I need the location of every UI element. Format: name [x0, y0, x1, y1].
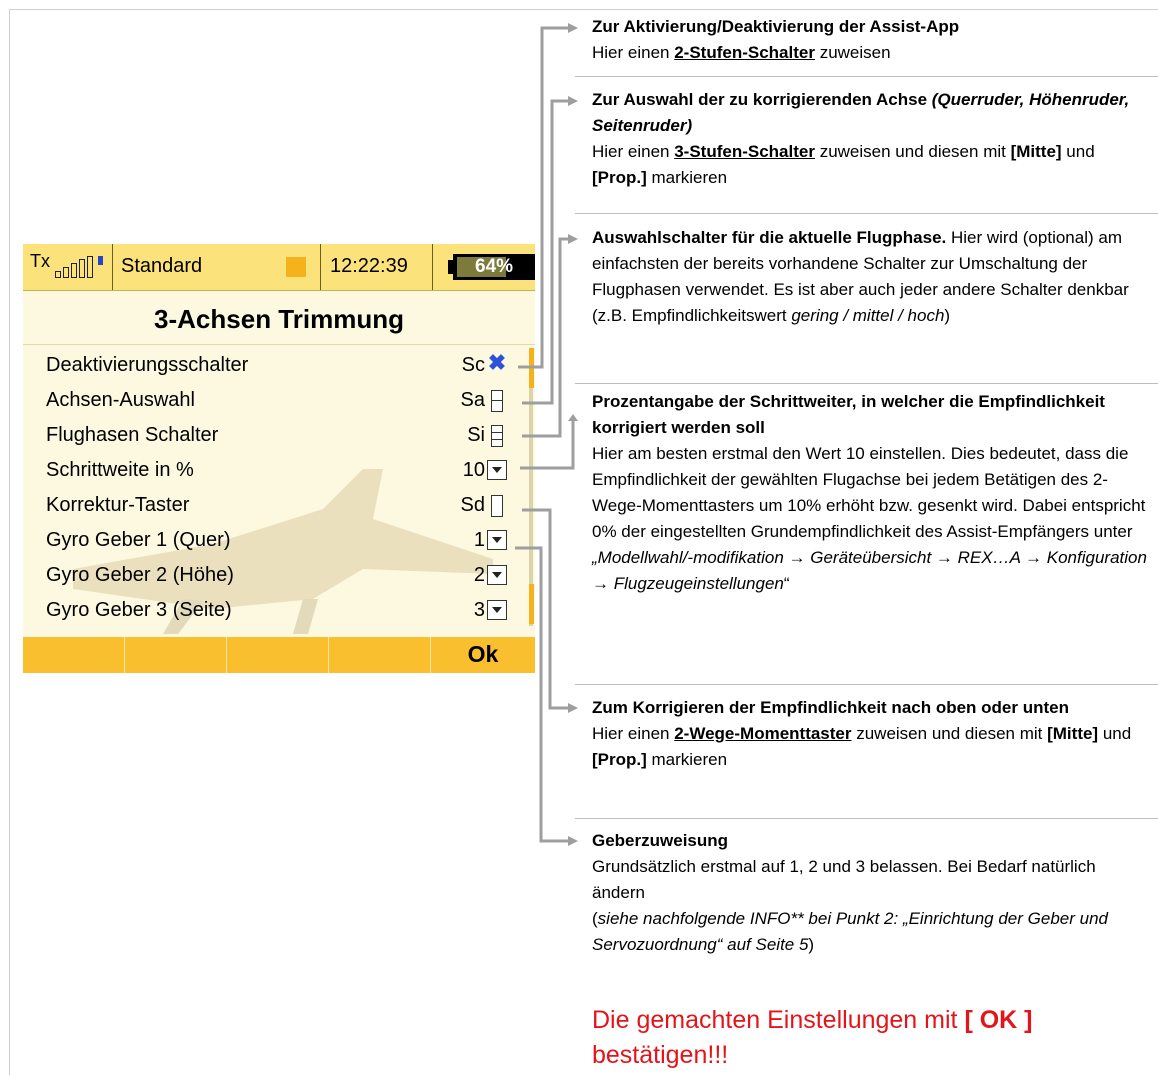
row-value: 10	[462, 459, 485, 481]
annotation-correction: Zum Korrigieren der Empfindlichkeit nach…	[592, 698, 1132, 769]
battery-cell: 64%	[433, 244, 535, 290]
annotation-title: Zur Aktivierung/Deaktivierung der Assist…	[592, 17, 960, 36]
row-schrittweite[interactable]: Schrittweite in % 10	[23, 453, 535, 488]
row-deaktivierungsschalter[interactable]: Deaktivierungsschalter Sc ✖	[23, 348, 535, 383]
row-value: Si	[467, 424, 485, 446]
model-name-cell[interactable]: Standard	[113, 244, 321, 290]
switch-type: 2-Stufen-Schalter	[674, 43, 815, 62]
x-mark-icon[interactable]: ✖	[487, 352, 507, 374]
scrollbar-thumb[interactable]	[529, 348, 534, 388]
clock-cell: 12:22:39	[321, 244, 433, 290]
annotation-title: Auswahlschalter für die aktuelle Flugpha…	[592, 228, 947, 247]
row-label: Gyro Geber 1 (Quer)	[46, 529, 231, 551]
row-value: 1	[473, 529, 485, 551]
separator	[575, 684, 1158, 685]
row-value: Sc	[461, 354, 485, 376]
row-gyro-geber-3[interactable]: Gyro Geber 3 (Seite) 3	[23, 593, 535, 628]
annotation-title: Zum Korrigieren der Empfindlichkeit nach…	[592, 698, 1069, 717]
model-name: Standard	[121, 255, 203, 277]
annotation-title: Zur Auswahl der zu korrigierenden Achse	[592, 90, 932, 109]
row-value: Sa	[460, 389, 485, 411]
row-achsen-auswahl[interactable]: Achsen-Auswahl Sa	[23, 383, 535, 418]
dropdown-icon[interactable]	[487, 460, 507, 480]
row-label: Schrittweite in %	[46, 459, 194, 481]
clock-time: 12:22:39	[330, 255, 408, 277]
dropdown-icon[interactable]	[487, 530, 507, 550]
dropdown-icon[interactable]	[487, 600, 507, 620]
page-frame-left	[9, 9, 10, 1075]
row-label: Deaktivierungsschalter	[46, 354, 249, 376]
tx-label: Tx	[30, 251, 50, 271]
dropdown-icon[interactable]	[487, 565, 507, 585]
annotation-title: Prozentangabe der Schrittweiter, in welc…	[592, 392, 1105, 437]
scrollbar-marker	[529, 584, 534, 624]
separator	[575, 213, 1158, 214]
row-gyro-geber-2[interactable]: Gyro Geber 2 (Höhe) 2	[23, 558, 535, 593]
transmitter-screen: Tx Standard 12:22:39 64% 3-Achsen Trimmu…	[23, 244, 535, 673]
separator	[575, 818, 1158, 819]
row-flughasen-schalter[interactable]: Flughasen Schalter Si	[23, 418, 535, 453]
function-button-bar: Ok	[23, 637, 535, 673]
switch-3pos-icon[interactable]	[491, 425, 503, 447]
annotation-activation: Zur Aktivierung/Deaktivierung der Assist…	[592, 17, 960, 62]
ok-button[interactable]: Ok	[431, 637, 535, 673]
separator	[575, 383, 1158, 384]
function-button-2[interactable]	[125, 637, 227, 673]
signal-indicator: Tx	[23, 244, 113, 290]
row-label: Achsen-Auswahl	[46, 389, 195, 411]
screen-title: 3-Achsen Trimmung	[154, 304, 404, 334]
annotation-axis-selection: Zur Auswahl der zu korrigierenden Achse …	[592, 90, 1130, 187]
signal-bars-icon	[55, 256, 103, 278]
function-button-4[interactable]	[329, 637, 431, 673]
row-label: Gyro Geber 2 (Höhe)	[46, 564, 234, 586]
switch-type: 2-Wege-Momenttaster	[674, 724, 852, 743]
row-label: Flughasen Schalter	[46, 424, 219, 446]
row-value: 3	[473, 599, 485, 621]
status-bar: Tx Standard 12:22:39 64%	[23, 244, 535, 291]
flight-mode-indicator-icon	[286, 257, 306, 277]
function-button-3[interactable]	[227, 637, 329, 673]
ok-keyword: [ OK ]	[964, 1006, 1033, 1034]
battery-icon: 64%	[453, 254, 535, 280]
row-label: Korrektur-Taster	[46, 494, 190, 516]
switch-type: 3-Stufen-Schalter	[674, 142, 815, 161]
annotation-step-width: Prozentangabe der Schrittweiter, in welc…	[592, 392, 1147, 593]
row-label: Gyro Geber 3 (Seite)	[46, 599, 232, 621]
annotation-title: Geberzuweisung	[592, 831, 729, 850]
row-gyro-geber-1[interactable]: Gyro Geber 1 (Quer) 1	[23, 523, 535, 558]
row-value: Sd	[460, 494, 485, 516]
page-frame-top	[9, 9, 1158, 10]
row-korrektur-taster[interactable]: Korrektur-Taster Sd	[23, 488, 535, 523]
annotation-flight-phase: Auswahlschalter für die aktuelle Flugpha…	[592, 228, 1129, 325]
confirmation-note: Die gemachten Einstellungen mit [ OK ] b…	[592, 1006, 1033, 1069]
function-button-1[interactable]	[23, 637, 125, 673]
switch-2pos-icon[interactable]	[491, 495, 503, 517]
row-value: 2	[473, 564, 485, 586]
battery-percent: 64%	[475, 256, 514, 277]
separator	[575, 76, 1158, 77]
ok-button-label: Ok	[467, 641, 499, 667]
title-divider	[23, 344, 535, 345]
switch-3pos-icon[interactable]	[491, 390, 503, 412]
annotation-geber: Geberzuweisung Grundsätzlich erstmal auf…	[592, 831, 1108, 954]
